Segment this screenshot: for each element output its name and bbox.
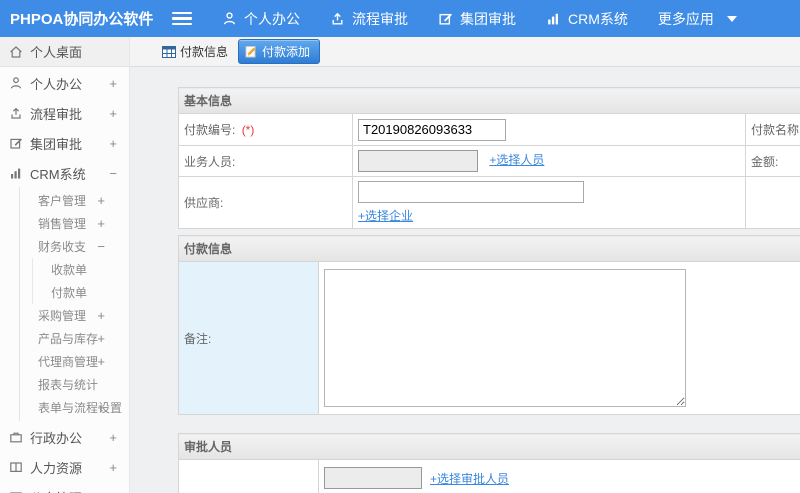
crm-submenu: 客户管理 + 销售管理 + 财务收支 − 收款单 付款单 采购管理 + 产品与库… bbox=[19, 187, 129, 421]
person-icon bbox=[9, 76, 23, 90]
top-nav: 个人办公 流程审批 集团审批 CRM系统 更多应用 bbox=[192, 9, 737, 29]
edit-page-icon bbox=[245, 45, 258, 58]
sidebar-item-customer-mgmt[interactable]: 客户管理 + bbox=[20, 189, 129, 212]
sidebar-item-sales-mgmt[interactable]: 销售管理 + bbox=[20, 212, 129, 235]
edit-square-icon bbox=[9, 136, 23, 150]
sidebar-item-document-mgmt[interactable]: 公文管理 + bbox=[0, 483, 129, 493]
required-mark: (*) bbox=[241, 123, 255, 137]
home-icon bbox=[9, 45, 23, 59]
expand-plus-icon[interactable]: + bbox=[97, 400, 105, 415]
sidebar-item-finance[interactable]: 财务收支 − bbox=[20, 235, 129, 258]
nav-group-approval[interactable]: 集团审批 bbox=[438, 9, 516, 29]
amount-label: 金额: bbox=[751, 154, 779, 169]
main-content: 付款信息 付款添加 基本信息 付款编号: (*) T20190826093633… bbox=[130, 37, 800, 493]
sidebar-item-reports-stats[interactable]: 报表与统计 bbox=[20, 373, 129, 396]
remark-textarea[interactable] bbox=[324, 269, 686, 407]
select-approver-link[interactable]: +选择审批人员 bbox=[430, 470, 509, 487]
sidebar-item-payment-order[interactable]: 付款单 bbox=[33, 281, 129, 304]
app-title: PHPOA协同办公软件 bbox=[10, 11, 154, 28]
expand-plus-icon[interactable]: + bbox=[97, 216, 105, 231]
section-approver: 审批人员 设置审批人员: (*) +选择审批人员 提醒审批人员: bbox=[177, 433, 800, 493]
approver-input[interactable] bbox=[324, 467, 422, 489]
sidebar: 个人桌面 个人办公 + 流程审批 + 集团审批 + CRM系统 − 客户管理 +… bbox=[0, 37, 130, 493]
business-person-input[interactable] bbox=[358, 150, 478, 172]
bar-chart-icon bbox=[9, 166, 23, 180]
supplier-label: 供应商: bbox=[184, 196, 224, 210]
sidebar-item-purchase-mgmt[interactable]: 采购管理 + bbox=[20, 304, 129, 327]
caret-down-icon bbox=[726, 15, 737, 22]
book-icon bbox=[9, 460, 23, 474]
top-header: PHPOA协同办公软件 个人办公 流程审批 集团审批 CRM系统 更多应用 bbox=[0, 0, 800, 37]
remark-label: 备注: bbox=[184, 331, 212, 346]
flow-upload-icon bbox=[330, 11, 345, 26]
payment-name-label: 付款名称: bbox=[751, 123, 800, 137]
expand-plus-icon[interactable]: + bbox=[109, 460, 117, 475]
section-basic-info: 基本信息 付款编号: (*) 付款名称: (*) 业务人员: bbox=[178, 87, 800, 229]
sidebar-item-desktop[interactable]: 个人桌面 bbox=[0, 37, 129, 67]
sidebar-item-form-flow-settings[interactable]: 表单与流程设置 + bbox=[20, 396, 129, 419]
tab-payment-info[interactable]: 付款信息 bbox=[162, 43, 228, 60]
briefcase-icon bbox=[9, 430, 23, 444]
select-company-link[interactable]: +选择企业 bbox=[358, 207, 413, 224]
section-title: 基本信息 bbox=[178, 87, 800, 114]
nav-personal-office[interactable]: 个人办公 bbox=[222, 9, 300, 29]
flow-upload-icon bbox=[9, 106, 23, 120]
nav-flow-approval[interactable]: 流程审批 bbox=[330, 9, 408, 29]
remark-label-cell: 备注: bbox=[178, 261, 319, 415]
select-person-link[interactable]: +选择人员 bbox=[489, 153, 544, 167]
expand-plus-icon[interactable]: + bbox=[97, 308, 105, 323]
business-person-label: 业务人员: bbox=[184, 154, 236, 169]
expand-plus-icon[interactable]: + bbox=[109, 76, 117, 91]
sidebar-item-admin-office[interactable]: 行政办公 + bbox=[0, 423, 129, 451]
expand-plus-icon[interactable]: + bbox=[109, 136, 117, 151]
edit-square-icon bbox=[438, 11, 453, 26]
finance-submenu: 收款单 付款单 bbox=[32, 258, 129, 304]
collapse-minus-icon[interactable]: − bbox=[97, 239, 105, 254]
expand-plus-icon[interactable]: + bbox=[97, 354, 105, 369]
tab-payment-add-active[interactable]: 付款添加 bbox=[238, 39, 321, 64]
supplier-input[interactable] bbox=[358, 181, 584, 203]
section-title: 付款信息 bbox=[177, 235, 800, 262]
sidebar-item-agent-mgmt[interactable]: 代理商管理 + bbox=[20, 350, 129, 373]
sidebar-item-crm[interactable]: CRM系统 − bbox=[0, 159, 129, 187]
sidebar-item-hr[interactable]: 人力资源 + bbox=[0, 453, 129, 481]
section-payment-info: 付款信息 备注: bbox=[177, 235, 800, 415]
bar-chart-icon bbox=[546, 11, 561, 26]
collapse-minus-icon[interactable]: − bbox=[109, 166, 117, 181]
sidebar-item-group-approval[interactable]: 集团审批 + bbox=[0, 129, 129, 157]
expand-plus-icon[interactable]: + bbox=[109, 430, 117, 445]
payment-add-form: 基本信息 付款编号: (*) 付款名称: (*) 业务人员: bbox=[177, 87, 800, 493]
person-icon bbox=[222, 11, 237, 26]
sidebar-item-flow-approval[interactable]: 流程审批 + bbox=[0, 99, 129, 127]
section-title: 审批人员 bbox=[177, 433, 800, 460]
hamburger-menu-icon[interactable] bbox=[172, 9, 192, 29]
sidebar-item-personal-office[interactable]: 个人办公 + bbox=[0, 69, 129, 97]
payment-no-label: 付款编号: bbox=[184, 123, 236, 137]
tab-bar: 付款信息 付款添加 bbox=[130, 37, 800, 67]
sidebar-item-products-inventory[interactable]: 产品与库存 + bbox=[20, 327, 129, 350]
expand-plus-icon[interactable]: + bbox=[109, 490, 117, 493]
expand-plus-icon[interactable]: + bbox=[97, 193, 105, 208]
nav-crm[interactable]: CRM系统 bbox=[546, 9, 628, 29]
nav-more-apps[interactable]: 更多应用 bbox=[658, 9, 737, 29]
expand-plus-icon[interactable]: + bbox=[109, 106, 117, 121]
expand-plus-icon[interactable]: + bbox=[97, 331, 105, 346]
table-icon bbox=[162, 45, 176, 58]
sidebar-item-receipt-order[interactable]: 收款单 bbox=[33, 258, 129, 281]
payment-no-input[interactable] bbox=[358, 118, 506, 141]
